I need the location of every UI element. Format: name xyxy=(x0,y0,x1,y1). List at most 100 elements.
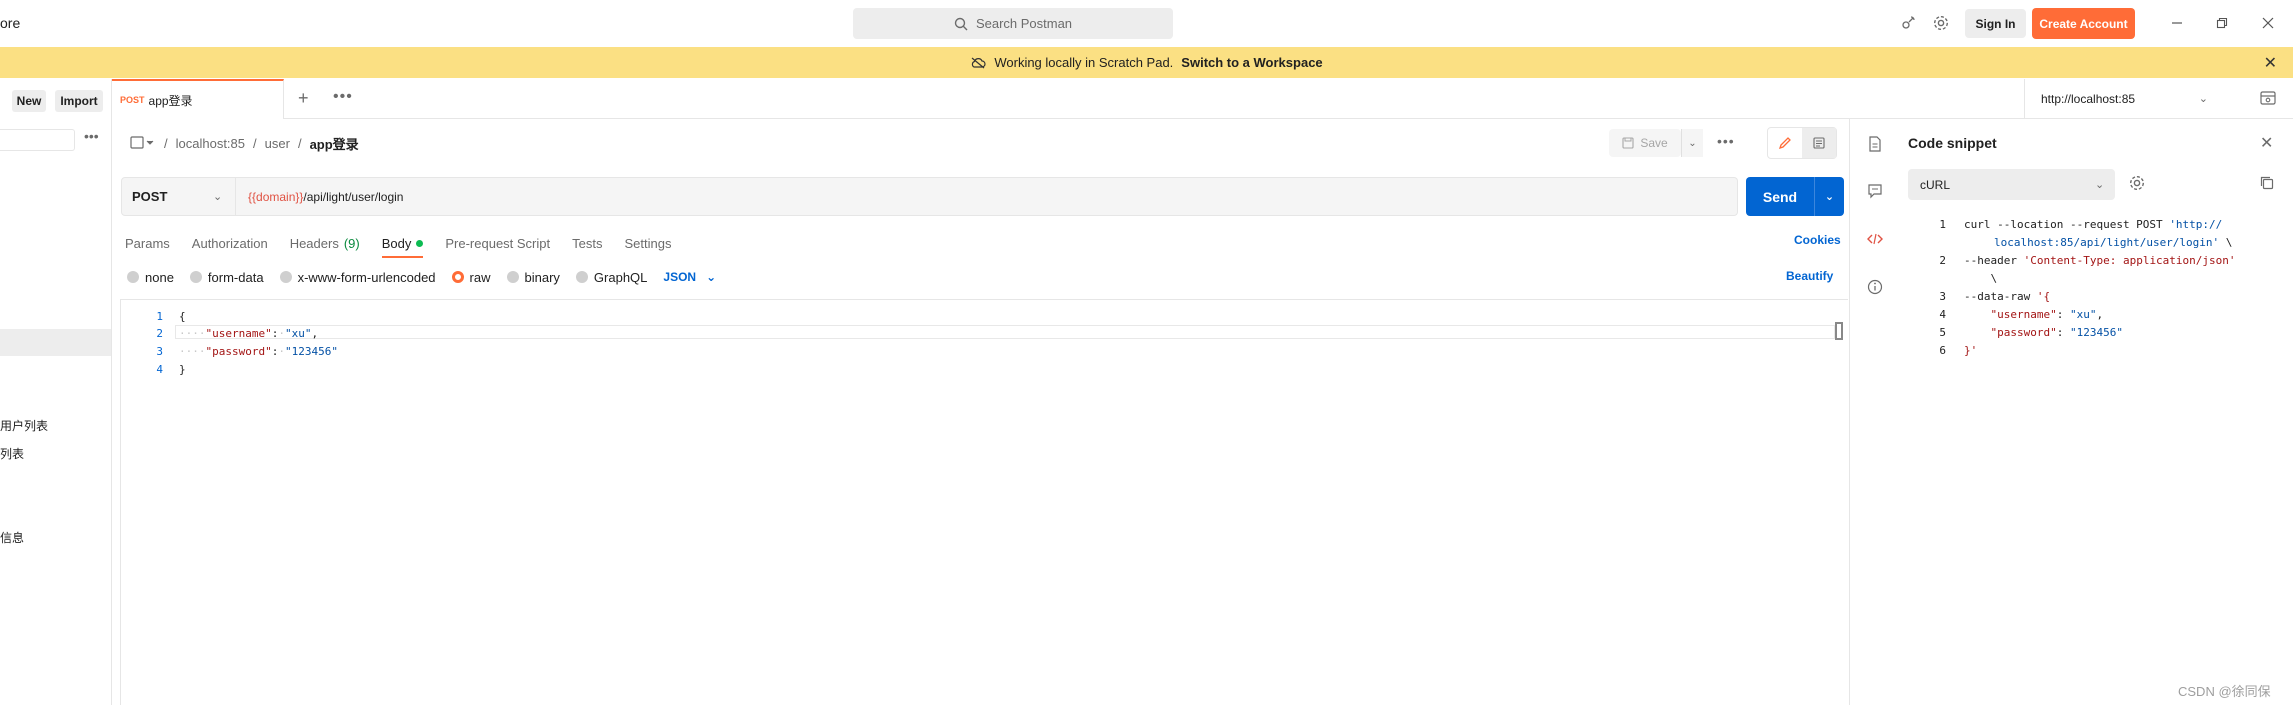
snippet-line: --data-raw '{ xyxy=(1964,290,2051,303)
code-line: } xyxy=(179,363,186,376)
http-method-value: POST xyxy=(132,189,168,204)
radio-raw[interactable]: raw xyxy=(451,270,491,285)
tab-method: POST xyxy=(120,95,145,105)
breadcrumb-request[interactable]: app登录 xyxy=(310,134,359,153)
minimize-icon[interactable] xyxy=(2166,12,2188,34)
save-label: Save xyxy=(1640,136,1668,150)
snippet-line-number: 4 xyxy=(1939,308,1946,321)
copy-icon[interactable] xyxy=(2259,175,2275,191)
snippet-line-number: 5 xyxy=(1939,326,1946,339)
snippet-language-select[interactable]: cURL xyxy=(1908,169,2115,200)
tab-body[interactable]: Body xyxy=(381,230,424,258)
radio-binary[interactable]: binary xyxy=(506,270,560,285)
url-path: /api/light/user/login xyxy=(303,189,404,204)
create-account-button[interactable]: Create Account xyxy=(2032,8,2135,39)
new-button[interactable]: New xyxy=(12,90,46,112)
url-input[interactable]: {{domain}}/api/light/user/login xyxy=(236,177,1738,216)
comments-icon[interactable] xyxy=(1866,182,1884,200)
banner-close-icon[interactable]: ✕ xyxy=(2264,53,2277,73)
tab-headers[interactable]: Headers (9) xyxy=(290,230,360,256)
tab-more-icon[interactable]: ••• xyxy=(333,88,353,106)
view-mode-toggle[interactable] xyxy=(1767,127,1837,159)
current-line-highlight xyxy=(175,325,1835,339)
save-button[interactable]: Save xyxy=(1609,129,1681,157)
sidebar-selected-item[interactable] xyxy=(0,329,111,356)
environment-select[interactable]: http://localhost:85 ⌄ xyxy=(2024,79,2224,119)
editor-scrollbar[interactable] xyxy=(1835,322,1843,340)
search-placeholder: Search Postman xyxy=(975,16,1073,31)
close-icon[interactable]: ✕ xyxy=(2260,133,2273,153)
code-line: ····"password":·"123456" xyxy=(179,345,338,358)
close-window-icon[interactable] xyxy=(2257,12,2279,34)
breadcrumb-collection[interactable]: localhost:85 xyxy=(176,136,245,151)
save-icon xyxy=(1622,137,1634,149)
save-options-chevron-icon[interactable]: ⌄ xyxy=(1681,129,1703,157)
scratch-pad-banner: Working locally in Scratch Pad. Switch t… xyxy=(0,47,2293,78)
cloud-off-icon xyxy=(971,57,986,68)
edit-pencil-icon[interactable] xyxy=(1768,128,1802,158)
search-icon xyxy=(954,17,968,30)
send-options-chevron-icon[interactable]: ⌄ xyxy=(1815,190,1844,203)
radio-form-data[interactable]: form-data xyxy=(189,270,264,285)
environment-quick-look-icon[interactable] xyxy=(2259,89,2277,107)
sign-in-button[interactable]: Sign In xyxy=(1965,9,2026,38)
documentation-panel-icon[interactable] xyxy=(1866,135,1884,153)
beautify-link[interactable]: Beautify xyxy=(1786,269,1833,283)
watermark: CSDN @徐同保 xyxy=(2178,684,2271,699)
tab-settings[interactable]: Settings xyxy=(624,230,671,256)
code-line: ····"username":·"xu", xyxy=(179,327,319,340)
headers-count: (9) xyxy=(343,235,360,251)
chevron-down-icon: ⌄ xyxy=(706,270,717,284)
line-number: 1 xyxy=(156,310,163,323)
sidebar-filter-input[interactable] xyxy=(0,129,75,151)
send-button[interactable]: Send ⌄ xyxy=(1746,177,1844,216)
code-line: { xyxy=(179,310,186,323)
snippet-line-number: 3 xyxy=(1939,290,1946,303)
code-snippet-icon[interactable] xyxy=(1866,230,1884,248)
body-format-select[interactable]: JSON ⌄ xyxy=(663,270,716,284)
tab-pre-request-script[interactable]: Pre-request Script xyxy=(445,230,550,256)
request-type-icon[interactable] xyxy=(130,135,156,151)
radio-none[interactable]: none xyxy=(127,270,174,285)
search-postman-input[interactable]: Search Postman xyxy=(853,8,1173,39)
line-number: 3 xyxy=(156,345,163,358)
info-icon[interactable] xyxy=(1866,278,1884,296)
breadcrumb-folder[interactable]: user xyxy=(265,136,290,151)
snippet-line: curl --location --request POST 'http:// xyxy=(1964,218,2223,231)
sidebar-item[interactable]: 用户列表 xyxy=(0,417,48,434)
tab-authorization[interactable]: Authorization xyxy=(192,230,268,256)
tab-tests[interactable]: Tests xyxy=(572,230,602,256)
app-title-fragment: ore xyxy=(0,15,21,31)
request-more-icon[interactable]: ••• xyxy=(1717,133,1735,149)
tab-title: app登录 xyxy=(148,93,193,108)
code-snippet-title: Code snippet xyxy=(1908,135,1997,151)
switch-workspace-link[interactable]: Switch to a Workspace xyxy=(1181,55,1322,70)
request-tab-strip: POST app登录 + ••• http://localhost:85 ⌄ xyxy=(112,79,2293,119)
body-code-editor[interactable]: 1 { 2 ····"username":·"xu", 3 ····"passw… xyxy=(120,299,1848,705)
snippet-line: --header 'Content-Type: application/json… xyxy=(1964,254,2236,267)
gear-icon[interactable] xyxy=(1932,14,1950,32)
snippet-line: "username": "xu", xyxy=(1990,308,2104,321)
documentation-icon[interactable] xyxy=(1802,128,1836,158)
breadcrumb: / localhost:85 / user / app登录 xyxy=(130,133,359,153)
snippet-line-number: 1 xyxy=(1939,218,1946,231)
new-tab-icon[interactable]: + xyxy=(298,88,309,109)
radio-graphql[interactable]: GraphQL xyxy=(575,270,647,285)
send-label: Send xyxy=(1762,188,1798,205)
cookies-link[interactable]: Cookies xyxy=(1794,233,1841,247)
sidebar-more-icon[interactable]: ••• xyxy=(84,128,99,144)
banner-text: Working locally in Scratch Pad. xyxy=(994,55,1174,70)
satellite-icon[interactable] xyxy=(1899,14,1917,32)
snippet-settings-gear-icon[interactable] xyxy=(2128,174,2146,192)
sidebar-item[interactable]: 信息 xyxy=(0,529,24,546)
environment-value: http://localhost:85 xyxy=(2041,92,2136,106)
import-button[interactable]: Import xyxy=(55,90,103,112)
line-number: 4 xyxy=(156,363,163,376)
radio-x-www-form-urlencoded[interactable]: x-www-form-urlencoded xyxy=(279,270,436,285)
tab-app-login[interactable]: POST app登录 xyxy=(112,79,284,119)
tab-params[interactable]: Params xyxy=(125,230,170,256)
sidebar-item[interactable]: 列表 xyxy=(0,445,24,462)
snippet-line: \ xyxy=(1964,272,1998,285)
restore-icon[interactable] xyxy=(2211,12,2233,34)
snippet-line: }' xyxy=(1964,344,1978,357)
